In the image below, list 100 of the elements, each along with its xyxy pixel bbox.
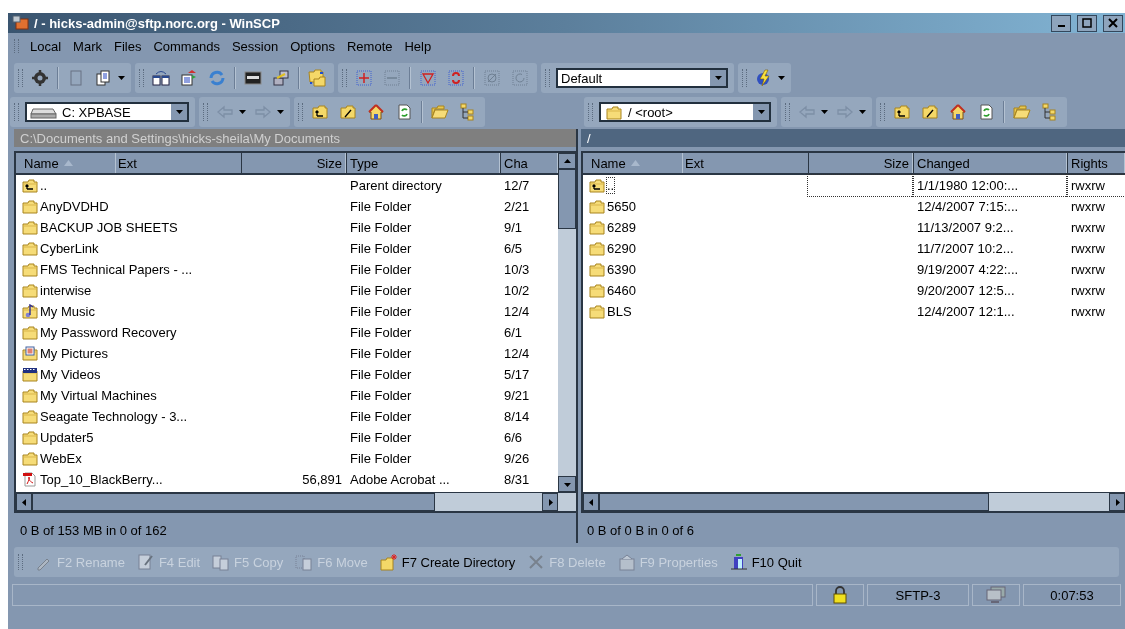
horizontal-scrollbar[interactable] [583,492,1125,511]
home-icon[interactable] [365,101,387,123]
minimize-icon [1057,25,1065,27]
column-header[interactable]: Ext [115,153,241,173]
scroll-thumb[interactable] [599,493,990,511]
menu-item[interactable]: Local [25,36,67,56]
file-row[interactable]: .. 1/1/1980 12:00:... rwxrw [583,175,1125,196]
table-cell: 12/4 [504,346,530,361]
file-row[interactable]: .. Parent directory 12/7 [16,175,558,196]
file-row[interactable]: My Music File Folder 12/4 [16,301,558,322]
file-row[interactable]: Updater5 File Folder 6/6 [16,427,558,448]
table-cell: 9/1 [504,220,523,235]
scroll-thumb[interactable] [32,493,436,511]
file-row[interactable]: BLS 12/4/2007 12:1... rwxrw [583,301,1125,322]
file-row[interactable]: BACKUP JOB SHEETS File Folder 9/1 [16,217,558,238]
dropdown-caret-icon[interactable] [858,108,866,116]
filter-icon[interactable] [417,67,439,89]
elapsed-time: 0:07:53 [1050,587,1094,603]
scroll-arrow-icon [1113,498,1121,506]
table-cell: File Folder [350,367,412,382]
file-row[interactable]: WebEx File Folder 9/26 [16,448,558,469]
file-row[interactable]: interwise File Folder 10/2 [16,280,558,301]
close-button[interactable] [1103,14,1123,32]
vertical-scrollbar[interactable] [558,153,576,492]
folder-icon [22,325,38,340]
scroll-thumb[interactable] [558,169,576,229]
file-row[interactable]: 6390 9/19/2007 4:22:... rwxrw [583,259,1125,280]
column-header[interactable]: Size [241,153,346,173]
folder-icon [22,388,38,403]
dropdown-caret-icon[interactable] [777,74,785,82]
menu-item[interactable]: Session [226,36,284,56]
menu-item[interactable]: Remote [341,36,398,56]
file-row[interactable]: My Pictures File Folder 12/4 [16,343,558,364]
maximize-icon [1082,18,1092,28]
table-cell: 56,891 [302,472,342,487]
file-row[interactable]: 6460 9/20/2007 12:5... rwxrw [583,280,1125,301]
file-row[interactable]: FMS Technical Papers - ... File Folder 10/3 [16,259,558,280]
synchronize-folders-icon[interactable] [306,67,328,89]
pdf-file-icon [22,472,38,487]
column-header[interactable]: Name [16,153,116,173]
gear-icon[interactable] [29,67,51,89]
transfer-settings-dropdown[interactable]: Default [556,68,728,88]
dropdown-caret-icon[interactable] [820,108,828,116]
table-cell: File Folder [350,304,412,319]
dropdown-caret-icon[interactable] [117,74,125,82]
edit-page-icon [136,553,155,571]
drive-dropdown[interactable]: / <root> [599,102,771,122]
horizontal-scrollbar[interactable] [16,492,576,511]
file-row[interactable]: My Videos File Folder 5/17 [16,364,558,385]
file-row[interactable]: AnyDVDHD File Folder 2/21 [16,196,558,217]
menu-item[interactable]: Mark [68,36,107,56]
column-header[interactable]: Name [583,153,683,173]
file-name: My Videos [40,367,101,382]
table-cell: rwxrw [1071,199,1105,214]
folder-icon [22,409,38,424]
menu-item[interactable]: Files [108,36,147,56]
table-cell: File Folder [350,388,412,403]
menu-item[interactable]: Commands [148,36,225,56]
file-row[interactable]: 5650 12/4/2007 7:15:... rwxrw [583,196,1125,217]
file-name: Top_10_BlackBerry... [40,472,163,487]
column-header[interactable]: Type [346,153,500,173]
table-cell: File Folder [350,199,412,214]
dropdown-caret-icon[interactable] [276,108,284,116]
scroll-arrow-icon [563,157,571,165]
dropdown-caret-icon[interactable] [238,108,246,116]
command-button[interactable]: F10 Quit [725,551,806,573]
selection-summary: 0 B of 0 B in 0 of 6 [586,521,695,540]
music-folder-icon [22,304,38,319]
file-name: BACKUP JOB SHEETS [40,220,178,235]
column-header[interactable]: Ext [682,153,808,173]
drive-dropdown[interactable]: C: XPBASE [25,102,189,122]
table-cell: 12/4/2007 12:1... [917,304,1015,319]
file-row[interactable]: CyberLink File Folder 6/5 [16,238,558,259]
file-name: 6290 [607,241,636,256]
menu-item[interactable]: Options [285,36,340,56]
column-header[interactable]: Size [808,153,913,173]
home-icon[interactable] [947,101,969,123]
invert-selection-icon[interactable] [445,67,467,89]
minimize-button[interactable] [1051,14,1071,32]
file-row[interactable]: 6290 11/7/2007 10:2... rwxrw [583,238,1125,259]
file-row[interactable]: 6289 11/13/2007 9:2... rwxrw [583,217,1125,238]
file-row[interactable]: My Virtual Machines File Folder 9/21 [16,385,558,406]
parent-folder-icon [589,178,605,193]
scroll-arrow-icon [546,498,554,506]
table-cell: 2/21 [504,199,530,214]
command-button[interactable]: F7 Create Directory [375,551,520,573]
file-row[interactable]: Seagate Technology - 3... File Folder 8/14 [16,406,558,427]
maximize-button[interactable] [1077,14,1097,32]
file-row[interactable]: My Password Recovery File Folder 6/1 [16,322,558,343]
dropdown-arrow-icon [714,76,722,80]
table-cell: rwxrw [1071,283,1105,298]
file-name: My Pictures [40,346,108,361]
table-cell: 11/7/2007 10:2... [917,241,1014,256]
column-header[interactable]: Rights [1067,153,1125,173]
menu-item[interactable]: Help [399,36,437,56]
file-row[interactable]: Top_10_BlackBerry... 56,891 Adobe Acrobat ... 8/31 [16,469,558,490]
file-name: Seagate Technology - 3... [40,409,188,424]
column-header[interactable]: Changed [913,153,1067,173]
scroll-arrow-icon [587,498,595,506]
table-cell: 8/14 [504,409,530,424]
